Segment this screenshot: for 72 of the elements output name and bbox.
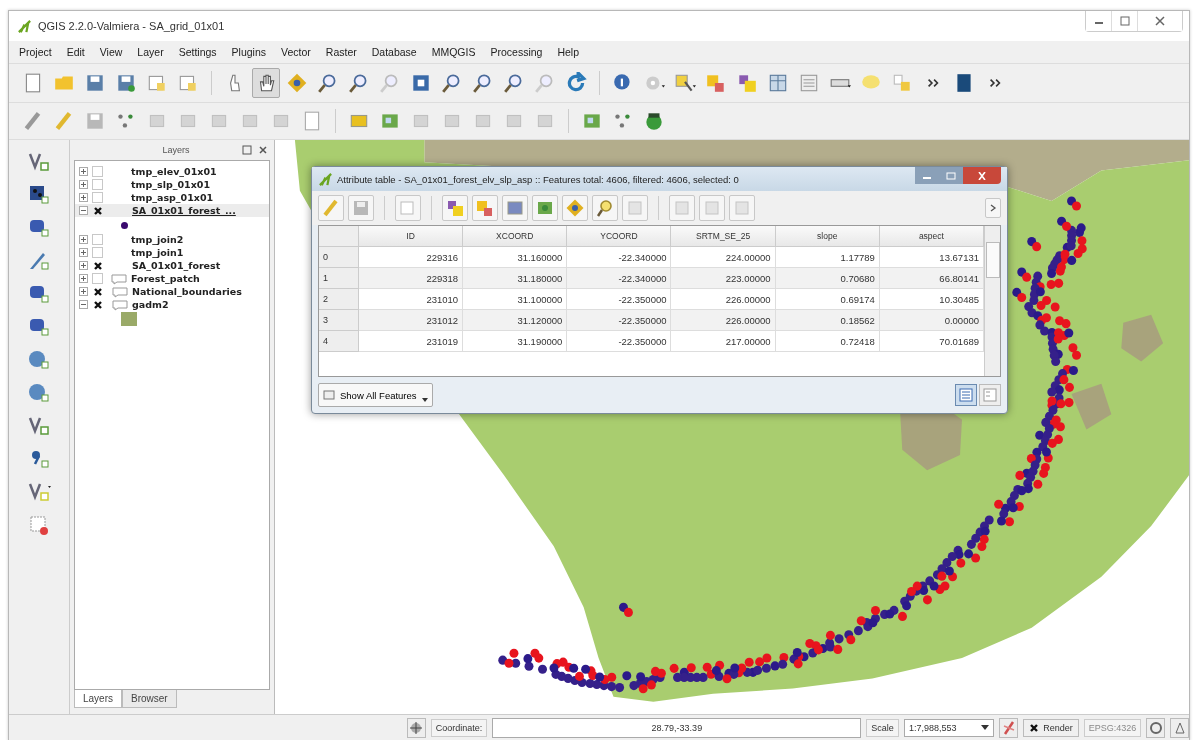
table-cell: -22.350000 <box>567 310 672 331</box>
table-cell: -22.340000 <box>567 268 672 289</box>
layer-name: SA_01x01_forest_... <box>132 205 236 216</box>
filter-dropdown-button[interactable]: Show All Features <box>318 383 433 407</box>
menu-item[interactable]: Processing <box>490 46 543 58</box>
table-cell: 0.18562 <box>775 310 880 331</box>
layer-row[interactable]: tmp_join2 <box>75 233 269 246</box>
scale-label: Scale <box>866 719 899 737</box>
table-cell: 31.180000 <box>463 268 568 289</box>
column-header[interactable]: ID <box>359 226 464 247</box>
panel-tab[interactable]: Layers <box>74 690 122 708</box>
menu-item[interactable]: Edit <box>66 46 85 58</box>
coordinate-label: Coordinate: <box>430 719 488 737</box>
layer-row[interactable]: tmp_slp_01x01 <box>75 178 269 191</box>
layer-row[interactable]: SA_01x01_forest <box>75 259 269 272</box>
menu-item[interactable]: Project <box>19 46 52 58</box>
layer-name: tmp_join2 <box>131 234 184 245</box>
table-cell: 31.120000 <box>463 310 568 331</box>
table-cell: 0.72418 <box>775 331 880 352</box>
layer-row[interactable]: Forest_patch <box>75 272 269 285</box>
row-header[interactable]: 3 <box>319 310 359 331</box>
row-header[interactable]: 2 <box>319 289 359 310</box>
layer-row[interactable]: National_boundaries <box>75 285 269 298</box>
column-header[interactable]: slope <box>775 226 880 247</box>
layer-row[interactable]: tmp_asp_01x01 <box>75 191 269 204</box>
layer-row[interactable]: tmp_join1 <box>75 246 269 259</box>
layer-name: gadm2 <box>132 299 169 310</box>
layer-name: tmp_asp_01x01 <box>131 192 214 203</box>
table-cell: 217.00000 <box>671 331 776 352</box>
menu-item[interactable]: View <box>99 46 123 58</box>
table-cell: 231019 <box>359 331 464 352</box>
column-header[interactable]: aspect <box>879 226 984 247</box>
coordinate-field[interactable]: 28.79,-33.39 <box>492 718 862 738</box>
menu-item[interactable]: Plugins <box>231 46 267 58</box>
table-cell: 231012 <box>359 310 464 331</box>
layer-row[interactable]: SA_01x01_forest_... <box>75 204 269 217</box>
table-cell: 223.00000 <box>671 268 776 289</box>
layer-name: Forest_patch <box>131 273 200 284</box>
table-cell: 0.70680 <box>775 268 880 289</box>
column-header[interactable]: SRTM_SE_25 <box>671 226 776 247</box>
table-cell: 70.01689 <box>879 331 984 352</box>
column-header[interactable]: XCOORD <box>463 226 568 247</box>
menu-item[interactable]: Layer <box>137 46 164 58</box>
menu-item[interactable]: Database <box>371 46 417 58</box>
row-header[interactable]: 4 <box>319 331 359 352</box>
layer-name: National_boundaries <box>132 286 242 297</box>
table-cell: -22.350000 <box>567 331 672 352</box>
row-header[interactable]: 1 <box>319 268 359 289</box>
menu-item[interactable]: Help <box>557 46 579 58</box>
menu-item[interactable]: MMQGIS <box>431 46 476 58</box>
menu-item[interactable]: Settings <box>178 46 217 58</box>
layer-row[interactable]: gadm2 <box>75 298 269 311</box>
dialog-title: Attribute table - SA_01x01_forest_elv_slp_asp :: Features total: 4606, filtered: 4606, selected: 0 <box>337 173 739 185</box>
table-cell: 66.80141 <box>879 268 984 289</box>
layer-name: tmp_elev_01x01 <box>131 166 217 177</box>
row-header[interactable]: 0 <box>319 247 359 268</box>
column-header[interactable]: YCOORD <box>567 226 672 247</box>
layer-name: SA_01x01_forest <box>132 260 221 271</box>
scale-dropdown[interactable]: 1:7,988,553 <box>903 719 995 737</box>
layer-name: tmp_slp_01x01 <box>131 179 211 190</box>
layer-name: tmp_join1 <box>131 247 184 258</box>
menu-item[interactable]: Raster <box>325 46 357 58</box>
layer-row[interactable]: tmp_elev_01x01 <box>75 165 269 178</box>
table-cell: 31.190000 <box>463 331 568 352</box>
menu-item[interactable]: Vector <box>281 46 311 58</box>
table-cell: 229318 <box>359 268 464 289</box>
table-cell: 0.00000 <box>879 310 984 331</box>
render-checkbox[interactable]: Render <box>1023 719 1079 737</box>
panel-title: Layers <box>161 145 190 155</box>
window-title: QGIS 2.2.0-Valmiera - SA_grid_01x01 <box>38 20 225 32</box>
table-cell: 226.00000 <box>671 310 776 331</box>
panel-tab[interactable]: Browser <box>122 690 177 708</box>
